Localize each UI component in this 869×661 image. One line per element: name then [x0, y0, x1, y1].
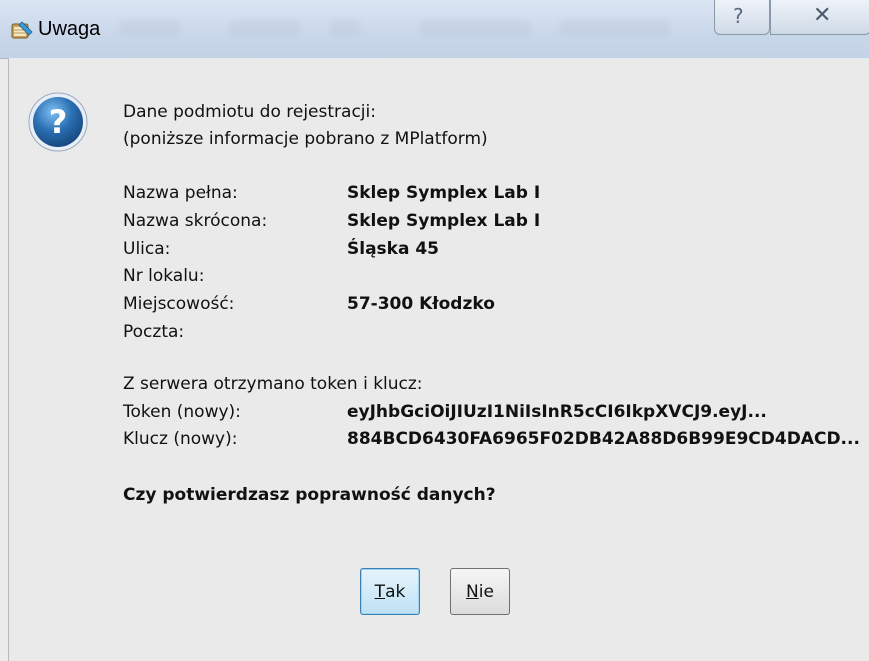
- confirmation-question: Czy potwierdzasz poprawność danych?: [123, 485, 496, 505]
- background-field-blur: [120, 20, 180, 36]
- label-full-name: Nazwa pełna:: [123, 183, 238, 203]
- yes-label: ak: [385, 581, 406, 602]
- label-key: Klucz (nowy):: [123, 429, 238, 449]
- question-icon: ?: [28, 92, 88, 152]
- svg-text:?: ?: [49, 103, 68, 141]
- server-info-text: Z serwera otrzymano token i klucz:: [123, 374, 423, 394]
- label-token: Token (nowy):: [123, 402, 241, 422]
- intro-line-2: (poniższe informacje pobrano z MPlatform…: [123, 129, 488, 149]
- background-field-blur: [420, 20, 530, 36]
- no-button[interactable]: Nie: [450, 568, 510, 615]
- close-icon: ✕: [813, 3, 832, 28]
- intro-line-1: Dane podmiotu do rejestracji:: [123, 102, 376, 122]
- label-post: Poczta:: [123, 322, 185, 342]
- no-label: ie: [478, 581, 494, 602]
- yes-button[interactable]: Tak: [360, 568, 420, 615]
- value-key: 884BCD6430FA6965F02DB42A88D6B99E9CD4DACD…: [347, 429, 860, 449]
- value-token: eyJhbGciOiJIUzI1NiIsInR5cCI6IkpXVCJ9.eyJ…: [347, 402, 767, 422]
- label-street: Ulica:: [123, 239, 171, 259]
- label-city: Miejscowość:: [123, 294, 235, 314]
- close-button[interactable]: ✕: [770, 0, 869, 35]
- window-title: Uwaga: [38, 18, 101, 40]
- background-field-blur: [230, 20, 300, 36]
- help-icon: ?: [733, 4, 744, 28]
- value-full-name: Sklep Symplex Lab I: [347, 183, 541, 203]
- background-field-blur: [560, 20, 670, 36]
- help-button[interactable]: ?: [714, 0, 770, 35]
- app-calendar-icon: [11, 21, 33, 39]
- value-street: Śląska 45: [347, 239, 440, 259]
- label-short-name: Nazwa skrócona:: [123, 211, 268, 231]
- no-mnemonic: N: [466, 581, 479, 602]
- yes-mnemonic: T: [374, 581, 386, 602]
- label-unit-number: Nr lokalu:: [123, 266, 205, 286]
- value-city: 57-300 Kłodzko: [347, 294, 495, 314]
- value-short-name: Sklep Symplex Lab I: [347, 211, 541, 231]
- message-dialog: ? Dane podmiotu do rejestracji: (poniższ…: [8, 58, 869, 661]
- background-field-blur: [330, 20, 360, 36]
- title-bar[interactable]: Uwaga ? ✕: [0, 0, 869, 59]
